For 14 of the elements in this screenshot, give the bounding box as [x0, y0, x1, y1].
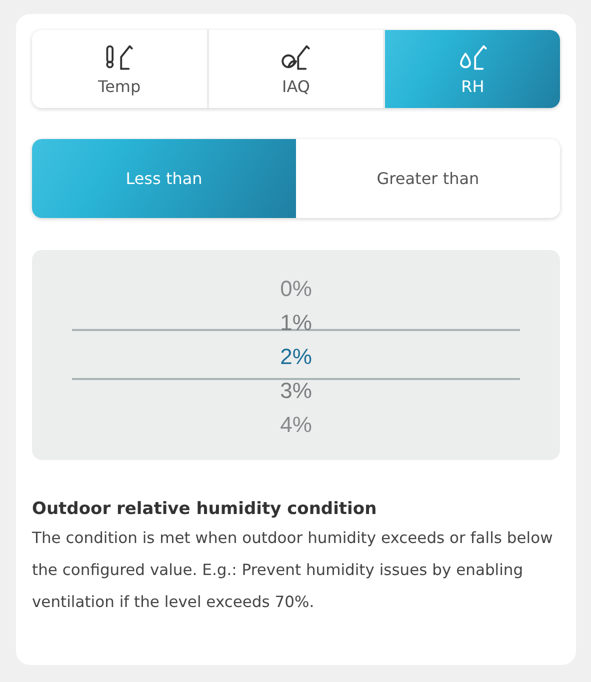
sensor-tab[interactable]: RH	[385, 30, 560, 108]
description-title: Outdoor relative humidity condition	[32, 498, 378, 521]
sensor-tab[interactable]: Temp	[32, 30, 209, 108]
comparison-option[interactable]: Greater than	[296, 139, 560, 218]
thermometer-house-icon	[104, 42, 134, 70]
picker-option[interactable]: 3%	[280, 374, 312, 408]
sensor-tab[interactable]: IAQ	[208, 30, 386, 108]
picker-option[interactable]: 0%	[280, 272, 312, 306]
description-text: The condition is met when outdoor humidity exceeds or falls below the configured value. E.g.: Prevent humidity issues by enabling ventilation if the level exceeds 70%.	[32, 528, 554, 613]
picker-option[interactable]: 1%	[280, 306, 312, 340]
comparison-option[interactable]: Less than	[32, 139, 296, 218]
picker-option[interactable]: 2%	[280, 340, 312, 374]
value-picker[interactable]: 0% 1% 2% 3% 4%	[32, 250, 560, 460]
picker-option[interactable]: 4%	[280, 408, 312, 442]
